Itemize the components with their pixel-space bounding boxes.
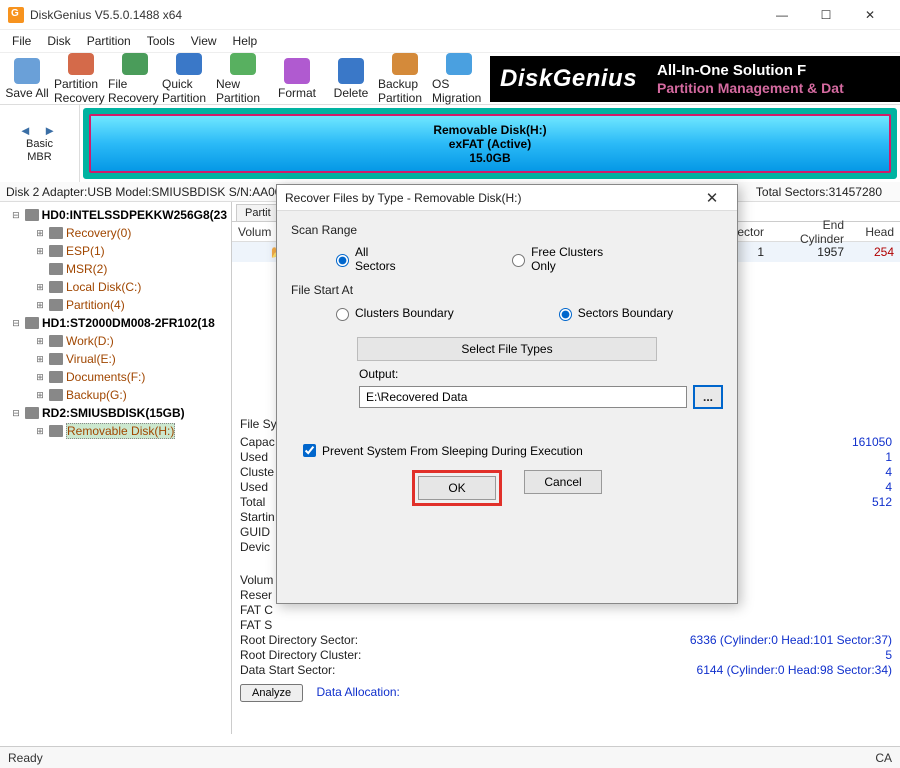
- prevent-sleep-checkbox[interactable]: Prevent System From Sleeping During Exec…: [299, 441, 723, 460]
- ok-button[interactable]: OK: [418, 476, 496, 500]
- radio-clusters-boundary[interactable]: Clusters Boundary: [331, 305, 454, 321]
- radio-all-sectors-input[interactable]: [336, 254, 349, 267]
- dialog-title: Recover Files by Type - Removable Disk(H…: [285, 191, 695, 205]
- output-label: Output:: [359, 367, 723, 381]
- dialog-close-button[interactable]: ✕: [695, 189, 729, 207]
- scan-range-label: Scan Range: [291, 223, 723, 237]
- file-start-label: File Start At: [291, 283, 723, 297]
- radio-free-clusters-input[interactable]: [512, 254, 525, 267]
- radio-free-clusters[interactable]: Free Clusters Only: [507, 245, 623, 273]
- radio-all-sectors[interactable]: All Sectors: [331, 245, 407, 273]
- browse-button[interactable]: ...: [693, 385, 723, 409]
- recover-dialog: Recover Files by Type - Removable Disk(H…: [276, 184, 738, 604]
- prevent-sleep-input[interactable]: [303, 444, 316, 457]
- cancel-button[interactable]: Cancel: [524, 470, 602, 494]
- output-path-input[interactable]: [359, 386, 687, 408]
- radio-sectors-boundary-input[interactable]: [559, 308, 572, 321]
- radio-clusters-boundary-input[interactable]: [336, 308, 349, 321]
- radio-sectors-boundary[interactable]: Sectors Boundary: [554, 305, 673, 321]
- ok-highlight: OK: [412, 470, 502, 506]
- select-file-types-button[interactable]: Select File Types: [357, 337, 657, 361]
